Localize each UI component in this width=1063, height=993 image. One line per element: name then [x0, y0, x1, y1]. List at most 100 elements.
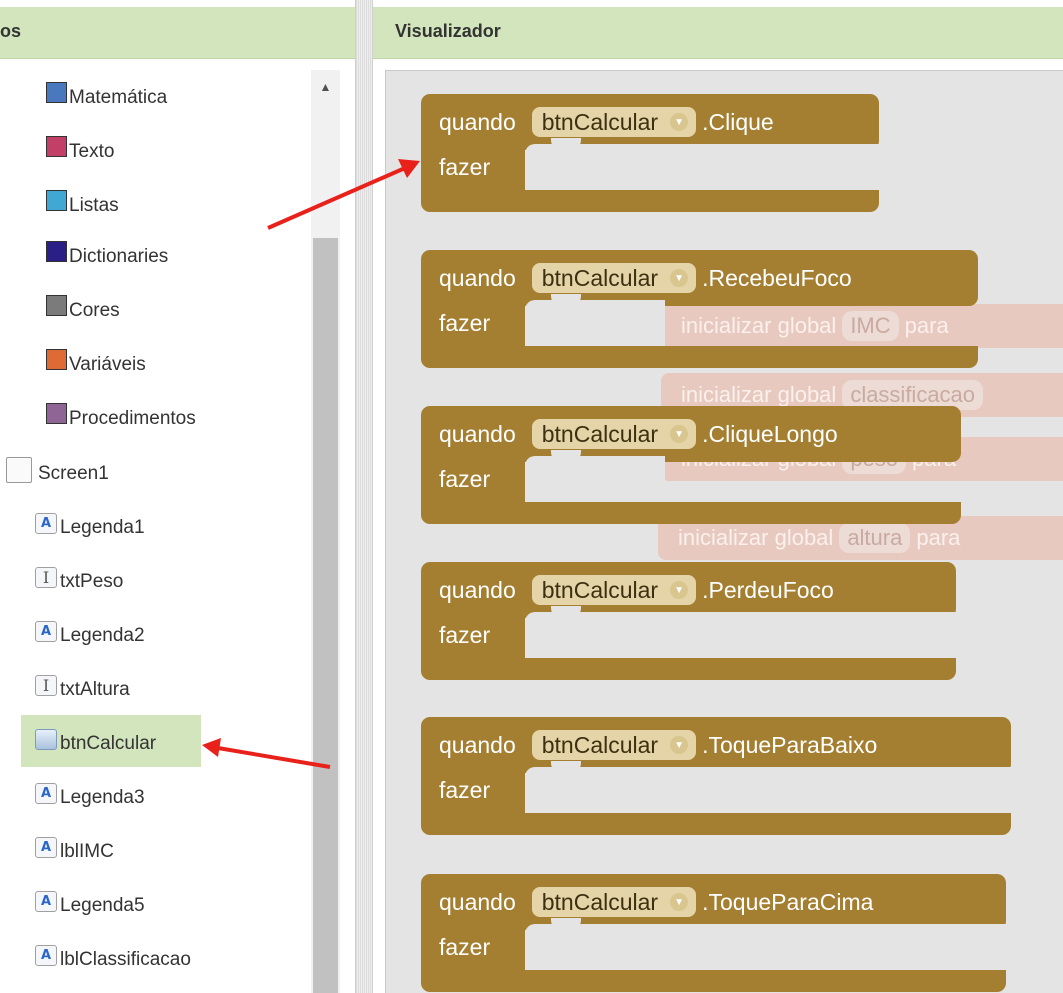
drawer-label: Procedimentos — [69, 408, 196, 429]
drawer-label: Matemática — [69, 87, 168, 108]
statement-slot[interactable] — [525, 924, 1006, 970]
component-dropdown[interactable]: btnCalcular ▼ — [531, 575, 697, 605]
drawer-dictionaries[interactable]: Dictionaries — [46, 239, 168, 275]
event-footer — [421, 502, 961, 524]
dictionaries-color-swatch — [46, 240, 67, 262]
matematica-color-swatch — [46, 81, 67, 103]
label-icon: A — [35, 512, 57, 534]
drawer-label: Listas — [69, 195, 119, 216]
when-keyword: quando — [439, 420, 516, 447]
component-label: lblIMC — [60, 841, 114, 862]
event-header: quando btnCalcular ▼ .CliqueLongo — [421, 406, 961, 462]
component-label: Legenda1 — [60, 517, 145, 538]
component-dropdown[interactable]: btnCalcular ▼ — [531, 887, 697, 917]
component-name: btnCalcular — [541, 420, 659, 447]
ghost-prefix: inicializar global — [681, 313, 837, 338]
dropdown-caret-icon: ▼ — [670, 893, 689, 911]
statement-slot[interactable] — [525, 456, 665, 502]
when-keyword: quando — [439, 888, 516, 915]
blocks-panel: os Matemática Texto Listas Dictionaries — [0, 0, 355, 993]
drawer-listas[interactable]: Listas — [46, 188, 119, 224]
event-name: .CliqueLongo — [702, 420, 838, 447]
slot-notch — [551, 606, 581, 618]
procedimentos-color-swatch — [46, 402, 67, 424]
event-name: .RecebeuFoco — [702, 264, 852, 291]
event-name: .ToqueParaBaixo — [702, 731, 878, 758]
event-name: .ToqueParaCima — [702, 888, 874, 915]
component-dropdown[interactable]: btnCalcular ▼ — [531, 419, 697, 449]
slot-notch — [551, 761, 581, 773]
do-keyword: fazer — [439, 622, 491, 648]
component-name: btnCalcular — [541, 108, 659, 135]
event-header: quando btnCalcular ▼ .RecebeuFoco — [421, 250, 978, 306]
dropdown-caret-icon: ▼ — [670, 269, 689, 287]
drawer-label: Variáveis — [69, 354, 146, 375]
drawer-variaveis[interactable]: Variáveis — [46, 347, 146, 383]
event-name: .Clique — [702, 108, 774, 135]
when-keyword: quando — [439, 576, 516, 603]
tree-node-legenda5[interactable]: A Legenda5 — [35, 888, 145, 924]
component-label: btnCalcular — [60, 733, 157, 754]
when-keyword: quando — [439, 108, 516, 135]
tree-node-lblimc[interactable]: A lblIMC — [35, 834, 114, 870]
slot-notch — [551, 294, 581, 306]
screen-label: Screen1 — [38, 463, 109, 484]
listas-color-swatch — [46, 189, 67, 211]
component-dropdown[interactable]: btnCalcular ▼ — [531, 730, 697, 760]
tree-node-legenda3[interactable]: A Legenda3 — [35, 780, 145, 816]
label-icon: A — [35, 836, 57, 858]
event-header: quando btnCalcular ▼ .PerdeuFoco — [421, 562, 956, 618]
tree-node-legenda2[interactable]: A Legenda2 — [35, 618, 145, 654]
blocks-workspace[interactable]: inicializar global IMC para inicializar … — [385, 70, 1063, 993]
do-keyword: fazer — [439, 466, 491, 492]
tree-node-lblclassificacao[interactable]: A lblClassificacao — [35, 942, 191, 978]
panel-splitter[interactable] — [355, 0, 373, 993]
event-header: quando btnCalcular ▼ .Clique — [421, 94, 879, 150]
scroll-up-arrow-icon[interactable]: ▲ — [311, 80, 340, 100]
tree-node-screen1[interactable]: Screen1 — [6, 456, 109, 492]
label-icon: A — [35, 620, 57, 642]
textbox-icon: I — [35, 674, 57, 696]
drawer-cores[interactable]: Cores — [46, 293, 120, 329]
component-dropdown[interactable]: btnCalcular ▼ — [531, 107, 697, 137]
do-keyword: fazer — [439, 154, 491, 180]
slot-notch — [551, 450, 581, 462]
tree-node-legenda1[interactable]: A Legenda1 — [35, 510, 145, 546]
drawer-matematica[interactable]: Matemática — [46, 80, 167, 116]
event-header: quando btnCalcular ▼ .ToqueParaCima — [421, 874, 1006, 930]
tree-node-btncalcular[interactable]: btnCalcular — [35, 726, 156, 762]
ghost-suffix: para — [916, 525, 961, 550]
event-header: quando btnCalcular ▼ .ToqueParaBaixo — [421, 717, 1011, 773]
event-footer — [421, 190, 879, 212]
ghost-var: IMC — [842, 311, 899, 341]
drawer-texto[interactable]: Texto — [46, 134, 114, 170]
texto-color-swatch — [46, 135, 67, 157]
dropdown-caret-icon: ▼ — [670, 736, 689, 754]
statement-slot[interactable] — [525, 612, 956, 658]
drawer-label: Dictionaries — [69, 246, 169, 267]
ghost-prefix: inicializar global — [681, 382, 837, 407]
viewer-panel: Visualizador inicializar global IMC para… — [373, 0, 1063, 993]
button-icon — [35, 728, 57, 750]
event-footer — [421, 813, 1011, 835]
component-dropdown[interactable]: btnCalcular ▼ — [531, 263, 697, 293]
tree-node-txtpeso[interactable]: I txtPeso — [35, 564, 123, 600]
screen-icon — [6, 457, 32, 483]
component-label: lblClassificacao — [60, 949, 191, 970]
statement-slot[interactable] — [525, 144, 879, 190]
scrollbar-thumb[interactable] — [313, 238, 338, 993]
tree-node-txtaltura[interactable]: I txtAltura — [35, 672, 130, 708]
when-keyword: quando — [439, 264, 516, 291]
component-label: txtPeso — [60, 571, 124, 592]
label-icon: A — [35, 890, 57, 912]
ghost-suffix: para — [904, 313, 949, 338]
ghost-global-imc-block[interactable]: inicializar global IMC para — [661, 304, 1063, 348]
viewer-title: Visualizador — [395, 21, 501, 41]
component-label: Legenda5 — [60, 895, 145, 916]
statement-slot[interactable] — [525, 300, 665, 346]
drawer-procedimentos[interactable]: Procedimentos — [46, 401, 196, 437]
ghost-var: altura — [839, 523, 911, 553]
blocks-tree-scrollbar[interactable]: ▲ — [311, 70, 340, 993]
statement-slot[interactable] — [525, 767, 1011, 813]
component-name: btnCalcular — [541, 888, 659, 915]
